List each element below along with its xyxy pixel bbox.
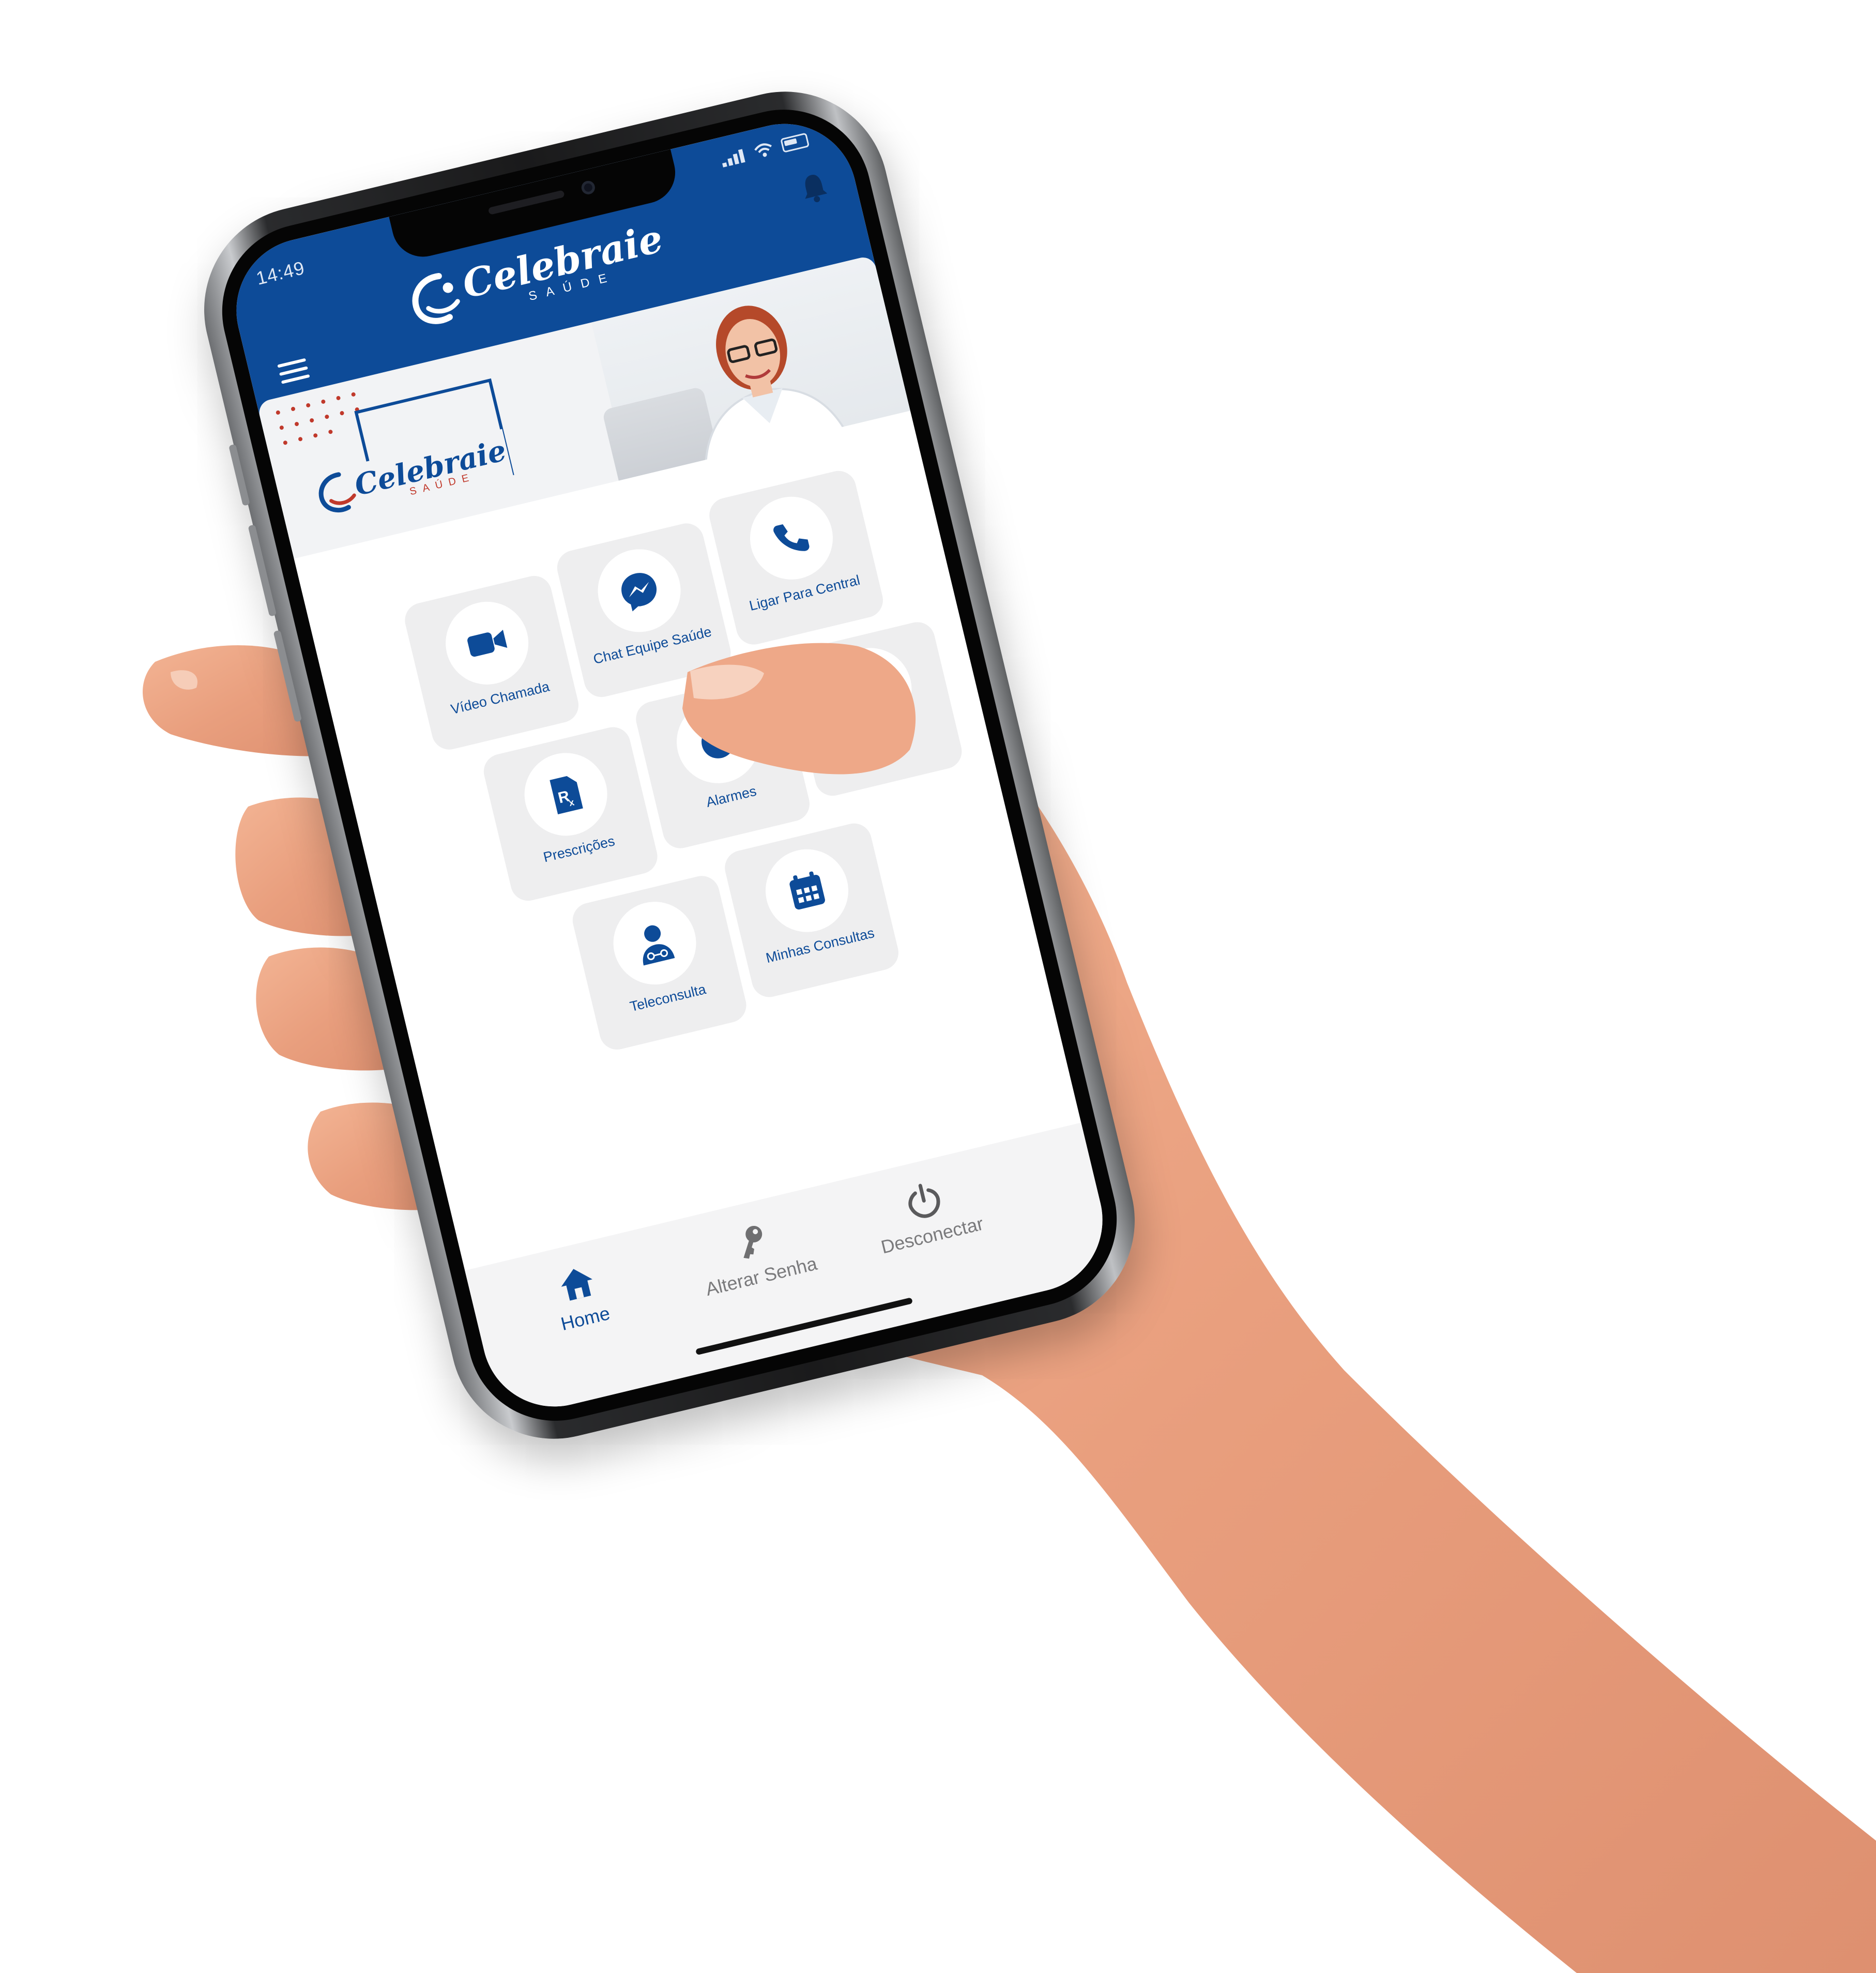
status-icons <box>720 132 810 168</box>
speaker <box>487 190 565 215</box>
nav-desconectar[interactable]: Desconectar <box>836 1163 1023 1288</box>
tile-meu-perfil[interactable]: Meu Pr <box>784 618 966 800</box>
tile-icon-circle: R x <box>516 744 616 844</box>
signal-icon <box>720 148 748 168</box>
nav-alterar-senha[interactable]: Alterar Senha <box>666 1204 852 1329</box>
phone-icon <box>773 524 810 551</box>
tile-minhas-consultas[interactable]: Minhas Consultas <box>721 819 902 1001</box>
tile-icon-circle <box>605 893 705 993</box>
tile-icon-circle <box>820 639 920 739</box>
bell-icon[interactable] <box>799 170 830 205</box>
prescription-icon: R x <box>550 776 583 814</box>
tile-teleconsulta[interactable]: Teleconsulta <box>569 872 750 1053</box>
messenger-icon <box>621 573 657 612</box>
power-icon <box>908 1183 940 1218</box>
battery-icon <box>780 132 810 153</box>
nav-home[interactable]: Home <box>490 1246 676 1371</box>
tile-alarmes[interactable]: Alarmes <box>632 671 813 852</box>
tile-icon-circle <box>437 593 537 693</box>
tile-icon-circle <box>589 540 690 641</box>
home-icon <box>561 1269 592 1301</box>
doctor-icon <box>643 925 675 966</box>
user-icon <box>859 675 889 709</box>
tile-prescricoes[interactable]: R x Prescrições <box>480 723 661 905</box>
wifi-icon <box>754 143 772 157</box>
clock-icon <box>701 725 735 758</box>
status-time: 14:49 <box>254 256 307 289</box>
video-camera-icon <box>467 629 508 657</box>
key-icon <box>743 1225 762 1259</box>
tile-chat-equipe-saude[interactable]: Chat Equipe Saúde <box>553 520 735 701</box>
brand-mark-icon <box>412 273 460 324</box>
hamburger-menu-button[interactable] <box>277 358 311 389</box>
tile-icon-circle <box>741 488 842 588</box>
tile-ligar-para-central[interactable]: Ligar Para Central <box>706 467 887 648</box>
calendar-icon <box>789 871 825 910</box>
tile-video-chamada[interactable]: Vídeo Chamada <box>401 572 583 753</box>
tile-icon-circle <box>757 841 857 941</box>
tile-icon-circle <box>668 692 768 792</box>
front-camera <box>580 179 597 196</box>
